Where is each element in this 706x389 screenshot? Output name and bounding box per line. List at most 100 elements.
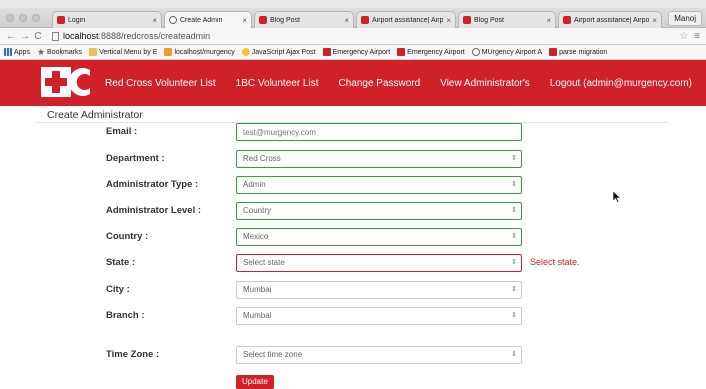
browser-tab-active[interactable]: Create Admin × xyxy=(164,11,252,28)
field-label: Email : xyxy=(106,126,138,137)
browser-tab[interactable]: Blog Post × xyxy=(254,11,354,28)
form-row-state: State : Select state ⇕ Select state. xyxy=(0,254,706,272)
tab-label: Create Admin xyxy=(180,16,223,24)
browser-tab[interactable]: Blog Post × xyxy=(458,11,556,28)
app-header: Red Cross Volunteer List 1BC Volunteer L… xyxy=(0,60,706,106)
form-row-timezone: Time Zone : Select time zone ⇕ xyxy=(0,346,706,364)
bookmark-apps[interactable]: Apps xyxy=(4,48,30,56)
favicon-icon xyxy=(361,16,369,24)
select-arrows-icon: ⇕ xyxy=(511,155,517,162)
globe-icon xyxy=(471,48,480,56)
window-controls[interactable] xyxy=(6,14,40,22)
bookmark-label: parse migration xyxy=(559,48,608,56)
field-label: Department : xyxy=(106,153,165,164)
select-value: Mumbai xyxy=(243,311,272,320)
close-icon[interactable]: × xyxy=(344,16,349,25)
select-value: Admin xyxy=(243,180,266,189)
url-input[interactable]: localhost:8888/redcross/createadmin xyxy=(48,30,673,43)
tab-label: Blog Post xyxy=(474,16,504,24)
bookmark-label: Emergency Airport xyxy=(407,48,465,56)
close-icon[interactable]: × xyxy=(152,16,157,25)
browser-tab-strip: Login × Create Admin × Blog Post × Airpo… xyxy=(0,8,706,28)
field-label: Administrator Level : xyxy=(106,205,202,216)
department-select[interactable]: Red Cross ⇕ xyxy=(236,150,522,168)
favicon-icon xyxy=(57,16,65,24)
branch-select[interactable]: Mumbai ⇕ xyxy=(236,307,522,325)
form-area: Create Administrator Email : Department … xyxy=(0,106,706,325)
email-field[interactable] xyxy=(236,123,522,141)
page-icon xyxy=(52,31,59,41)
form-row-branch: Branch : Mumbai ⇕ xyxy=(0,307,706,325)
nav-change-password[interactable]: Change Password xyxy=(338,78,420,89)
nav-logout[interactable]: Logout (admin@murgency.com) xyxy=(550,78,692,89)
bookmark-bookmarks[interactable]: ★ Bookmarks xyxy=(37,47,82,58)
back-icon[interactable]: ← xyxy=(6,31,16,42)
main-nav: Red Cross Volunteer List 1BC Volunteer L… xyxy=(105,60,706,106)
select-arrows-icon: ⇕ xyxy=(511,233,517,240)
nav-red-cross-volunteer-list[interactable]: Red Cross Volunteer List xyxy=(105,78,216,89)
bookmark-label: Emergency Airport xyxy=(332,48,391,56)
url-path: :8888/redcross/createadmin xyxy=(98,31,211,41)
page-title: Create Administrator xyxy=(47,109,143,121)
select-value: Mexico xyxy=(243,232,269,241)
tab-label: Airport assistance| Airpo xyxy=(372,16,444,24)
browser-menu-icon[interactable]: ≡ xyxy=(694,31,700,42)
bookmark-star-icon[interactable]: ☆ xyxy=(679,31,688,42)
select-value: Country xyxy=(243,206,272,215)
admin-type-select[interactable]: Admin ⇕ xyxy=(236,176,522,194)
browser-tab[interactable]: Login × xyxy=(52,11,162,28)
bookmark-item[interactable]: Emergency Airport xyxy=(397,48,465,56)
city-select[interactable]: Mumbai ⇕ xyxy=(236,281,522,299)
form-row-department: Department : Red Cross ⇕ xyxy=(0,150,706,168)
url-host: localhost xyxy=(63,31,99,41)
nav-1bc-volunteer-list[interactable]: 1BC Volunteer List xyxy=(236,78,319,89)
tab-label: Airport assistance| Airpo xyxy=(574,16,650,24)
admin-level-select[interactable]: Country ⇕ xyxy=(236,202,522,220)
form-row-country: Country : Mexico ⇕ xyxy=(0,228,706,246)
timezone-select[interactable]: Select time zone ⇕ xyxy=(236,346,522,364)
forward-icon[interactable]: → xyxy=(20,31,30,42)
favicon-icon xyxy=(397,48,406,56)
select-arrows-icon: ⇕ xyxy=(511,351,517,358)
bookmark-item[interactable]: Vertical Menu by E xyxy=(89,48,157,56)
select-arrows-icon: ⇕ xyxy=(511,312,517,319)
close-icon[interactable]: × xyxy=(446,16,451,25)
bookmark-item[interactable]: JavaScript Ajax Post xyxy=(241,48,316,56)
profile-button[interactable]: Manoj xyxy=(668,11,702,26)
tab-label: Login xyxy=(68,16,86,24)
form-row-admin-type: Administrator Type : Admin ⇕ xyxy=(0,176,706,194)
bookmark-item[interactable]: Emergency Airport xyxy=(322,48,391,56)
field-label: Administrator Type : xyxy=(106,179,199,190)
close-icon[interactable]: × xyxy=(546,16,551,25)
favicon-icon xyxy=(164,48,173,56)
browser-tab[interactable]: Airport assistance| Airpo × xyxy=(558,11,662,28)
reload-icon[interactable]: C xyxy=(34,31,42,42)
select-arrows-icon: ⇕ xyxy=(511,207,517,214)
bookmarks-bar: Apps ★ Bookmarks Vertical Menu by E local… xyxy=(0,45,706,60)
favicon-icon xyxy=(241,48,250,56)
tab-label: Blog Post xyxy=(270,16,300,24)
os-menu-bar xyxy=(0,0,706,8)
bookmark-item[interactable]: localhost/murgency xyxy=(164,48,235,56)
bookmark-label: MUrgency Airport A xyxy=(481,48,543,56)
nav-view-administrators[interactable]: View Administrator's xyxy=(440,78,530,89)
close-icon[interactable]: × xyxy=(652,16,657,25)
bookmark-item[interactable]: parse migration xyxy=(549,48,607,56)
form-row-city: City : Mumbai ⇕ xyxy=(0,281,706,299)
globe-icon xyxy=(169,16,177,24)
field-label: City : xyxy=(106,284,130,295)
close-icon[interactable]: × xyxy=(242,16,247,25)
bookmark-item[interactable]: MUrgency Airport A xyxy=(471,48,543,56)
red-cross-logo-icon[interactable] xyxy=(40,66,92,98)
form-row-email: Email : xyxy=(0,123,706,141)
bookmark-label: Apps xyxy=(14,48,30,56)
favicon-icon xyxy=(322,48,331,56)
bookmark-label: localhost/murgency xyxy=(174,48,235,56)
favicon-icon xyxy=(463,16,471,24)
country-select[interactable]: Mexico ⇕ xyxy=(236,228,522,246)
field-label: Branch : xyxy=(106,310,145,321)
field-label: Time Zone : xyxy=(106,349,160,360)
update-button[interactable]: Update xyxy=(236,375,274,389)
browser-tab[interactable]: Airport assistance| Airpo × xyxy=(356,11,456,28)
state-select[interactable]: Select state ⇕ xyxy=(236,254,522,272)
